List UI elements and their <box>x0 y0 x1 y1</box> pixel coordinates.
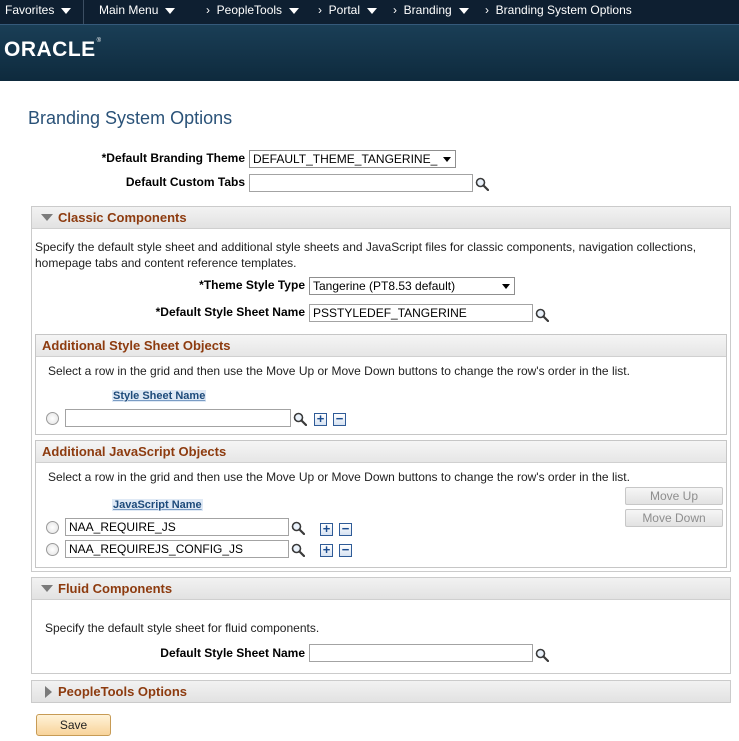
expand-triangle-icon <box>45 686 52 698</box>
breadcrumb-label: Portal <box>328 3 361 17</box>
chevron-right-icon: › <box>485 3 489 17</box>
breadcrumb-branding[interactable]: › Branding <box>393 3 469 17</box>
page-title: Branding System Options <box>28 108 233 128</box>
fluid-components-title: Fluid Components <box>58 581 173 596</box>
breadcrumb-portal[interactable]: › Portal <box>318 3 378 17</box>
additional-javascript-objects-header: Additional JavaScript Objects <box>36 441 726 463</box>
fluid-default-style-sheet-label: Default Style Sheet Name <box>160 646 305 660</box>
select-value: DEFAULT_THEME_TANGERINE_ <box>253 152 438 166</box>
favorites-label: Favorites <box>5 3 55 17</box>
style-sheet-name-column-header[interactable]: Style Sheet Name <box>112 390 207 402</box>
magnifier-icon[interactable] <box>291 521 305 535</box>
default-custom-tabs-label: Default Custom Tabs <box>125 175 245 189</box>
plus-icon[interactable]: + <box>320 543 333 557</box>
fluid-description: Specify the default style sheet for flui… <box>45 621 320 635</box>
classic-description-line2: homepage tabs and content reference temp… <box>35 256 297 270</box>
minus-icon[interactable]: − <box>339 543 352 557</box>
triangle-down-icon <box>502 284 510 289</box>
triangle-down-icon <box>443 157 451 162</box>
chevron-right-icon: › <box>206 3 210 17</box>
move-up-button[interactable]: Move Up <box>625 487 723 505</box>
classic-components-header[interactable]: Classic Components <box>32 207 730 229</box>
breadcrumb-current: › Branding System Options <box>485 3 632 17</box>
row-select-radio[interactable] <box>46 521 59 534</box>
fluid-components-header[interactable]: Fluid Components <box>32 578 730 600</box>
nav-separator <box>83 0 84 24</box>
row-select-radio[interactable] <box>46 543 59 556</box>
move-down-button[interactable]: Move Down <box>625 509 723 527</box>
save-button[interactable]: Save <box>36 714 111 736</box>
magnifier-icon[interactable] <box>535 648 549 662</box>
style-sheet-instructions: Select a row in the grid and then use th… <box>48 364 630 378</box>
oracle-logo: ORACLE® <box>4 38 102 61</box>
default-style-sheet-input[interactable]: PSSTYLEDEF_TANGERINE <box>309 304 533 322</box>
javascript-name-input[interactable]: NAA_REQUIREJS_CONFIG_JS <box>65 540 289 558</box>
breadcrumb-label: PeopleTools <box>216 3 283 17</box>
additional-style-sheet-objects-header: Additional Style Sheet Objects <box>36 335 726 357</box>
theme-style-type-select[interactable]: Tangerine (PT8.53 default) <box>309 277 515 295</box>
minus-icon[interactable]: − <box>339 522 352 536</box>
favorites-menu[interactable]: Favorites <box>5 3 72 17</box>
minus-icon[interactable]: − <box>333 412 346 426</box>
main-menu-dropdown-icon <box>165 7 176 14</box>
plus-icon[interactable]: + <box>320 522 333 536</box>
collapse-triangle-icon <box>41 585 53 592</box>
favorites-dropdown-icon <box>61 7 72 14</box>
breadcrumb-dropdown-icon <box>458 7 469 14</box>
javascript-instructions: Select a row in the grid and then use th… <box>48 470 630 484</box>
chevron-right-icon: › <box>393 3 397 17</box>
breadcrumb-label: Branding <box>403 3 452 17</box>
main-menu[interactable]: Main Menu <box>99 3 176 17</box>
theme-style-type-label: *Theme Style Type <box>199 278 305 292</box>
peopletools-options-group: PeopleTools Options <box>31 680 731 703</box>
breadcrumb-label: Branding System Options <box>495 3 632 17</box>
magnifier-icon[interactable] <box>475 177 489 191</box>
magnifier-icon[interactable] <box>291 543 305 557</box>
javascript-name-column-header[interactable]: JavaScript Name <box>112 499 203 511</box>
breadcrumb-dropdown-icon <box>289 7 300 14</box>
row-select-radio[interactable] <box>46 412 59 425</box>
breadcrumb-dropdown-icon <box>367 7 378 14</box>
breadcrumb-peopletools[interactable]: › PeopleTools <box>206 3 300 17</box>
top-navigation-bar: Favorites Main Menu › PeopleTools › Port… <box>0 0 739 24</box>
main-menu-label: Main Menu <box>99 3 159 17</box>
default-style-sheet-label: *Default Style Sheet Name <box>155 305 305 319</box>
default-branding-theme-select[interactable]: DEFAULT_THEME_TANGERINE_ <box>249 150 456 168</box>
branding-header: ORACLE® <box>0 24 739 81</box>
additional-style-sheet-objects-title: Additional Style Sheet Objects <box>42 338 231 353</box>
default-branding-theme-label: *Default Branding Theme <box>101 151 245 165</box>
collapse-triangle-icon <box>41 214 53 221</box>
chevron-right-icon: › <box>318 3 322 17</box>
select-value: Tangerine (PT8.53 default) <box>313 279 456 293</box>
classic-components-title: Classic Components <box>58 210 187 225</box>
magnifier-icon[interactable] <box>293 412 307 426</box>
fluid-default-style-sheet-input[interactable] <box>309 644 533 662</box>
javascript-name-input[interactable]: NAA_REQUIRE_JS <box>65 518 289 536</box>
magnifier-icon[interactable] <box>535 308 549 322</box>
peopletools-options-title: PeopleTools Options <box>58 684 188 699</box>
style-sheet-name-input[interactable] <box>65 409 291 427</box>
default-custom-tabs-input[interactable] <box>249 174 473 192</box>
plus-icon[interactable]: + <box>314 412 327 426</box>
classic-description-line1: Specify the default style sheet and addi… <box>35 240 697 254</box>
peopletools-options-header[interactable]: PeopleTools Options <box>32 681 730 702</box>
additional-javascript-objects-title: Additional JavaScript Objects <box>42 444 227 459</box>
